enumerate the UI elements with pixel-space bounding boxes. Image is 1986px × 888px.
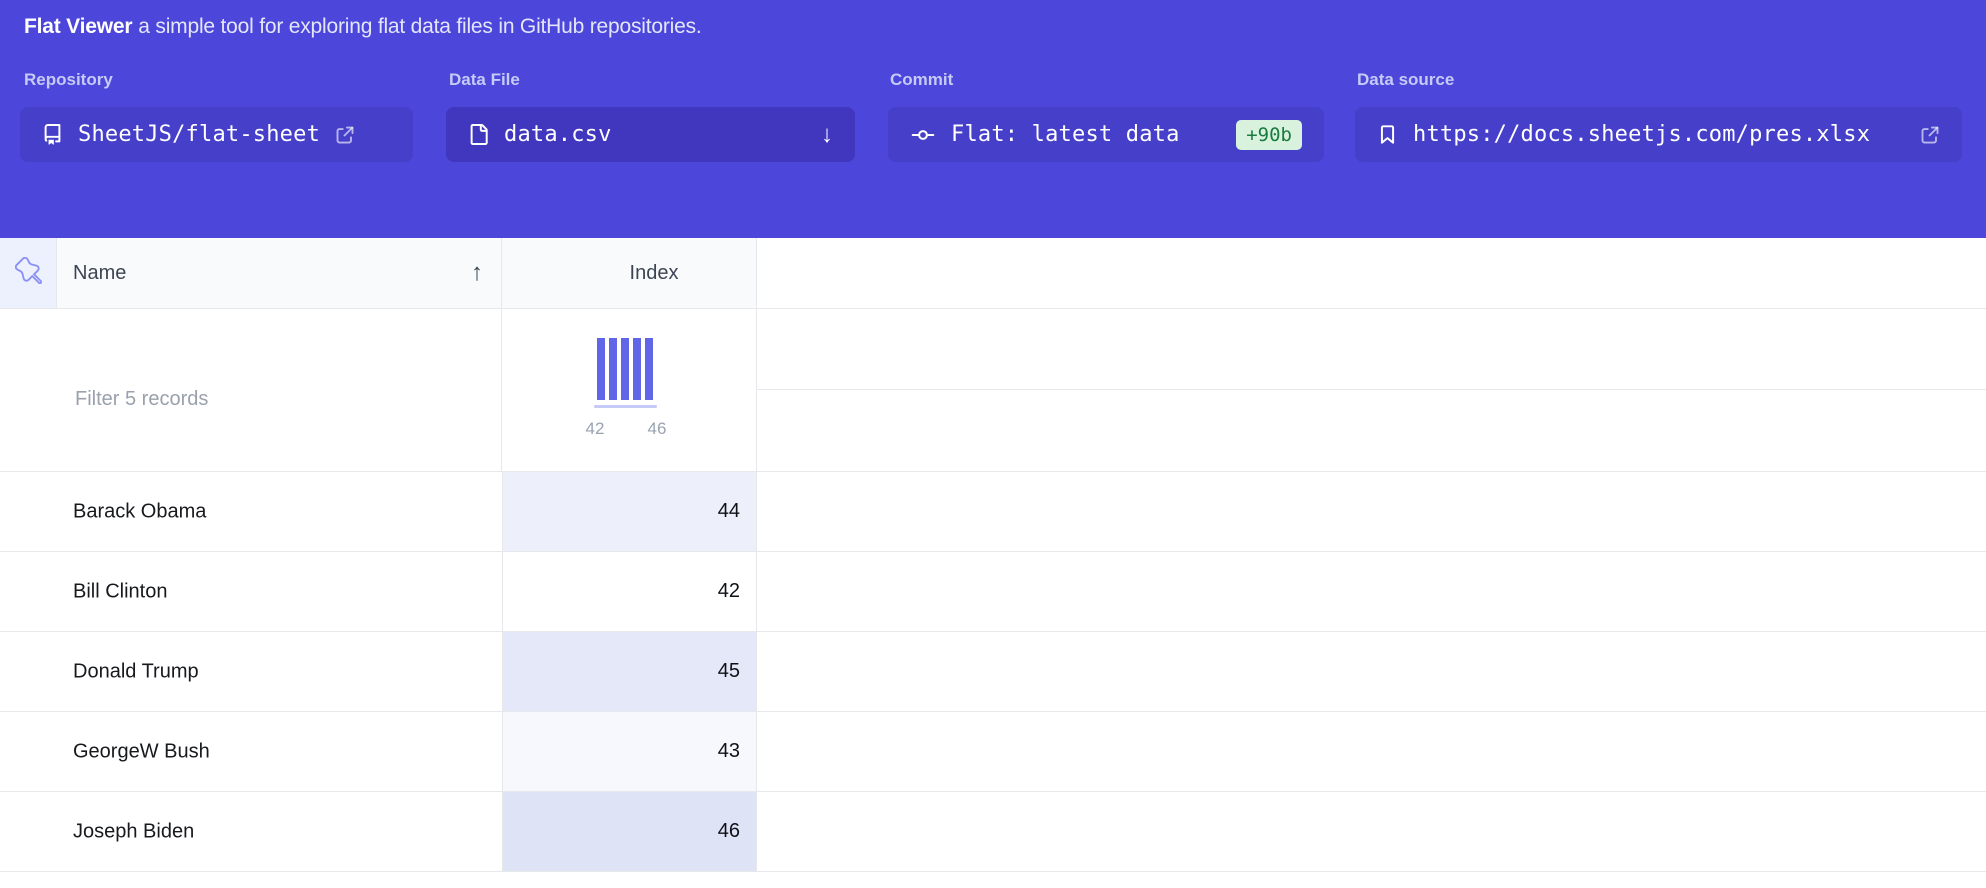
table-row: Bill Clinton 42 (0, 552, 1986, 632)
commit-label: Commit (890, 70, 953, 90)
app-tagline: a simple tool for exploring flat data fi… (138, 15, 701, 38)
column-title: Name (73, 262, 126, 285)
data-file-label: Data File (449, 70, 520, 90)
flat-viewer-app: Flat Viewer a simple tool for exploring f… (0, 0, 1986, 888)
filter-row: 42 46 (0, 309, 1986, 472)
name-filter-cell (0, 309, 502, 471)
commit-diff-badge: +90b (1236, 120, 1302, 150)
data-source-url: https://docs.sheetjs.com/pres.xlsx (1413, 122, 1870, 147)
table-row: Donald Trump 45 (0, 632, 1986, 712)
pin-icon (15, 257, 42, 289)
repository-label: Repository (24, 70, 113, 90)
histogram-brush-track[interactable] (594, 405, 657, 408)
table-row: Barack Obama 44 (0, 472, 1986, 552)
repo-book-icon (42, 124, 63, 145)
repository-value: SheetJS/flat-sheet (78, 122, 320, 147)
file-icon (468, 124, 489, 145)
sticky-column-toggle[interactable] (0, 238, 57, 308)
table-header-row: Name ↑ Index (0, 238, 1986, 309)
cell-index: 42 (502, 552, 757, 631)
data-source-button[interactable]: https://docs.sheetjs.com/pres.xlsx (1355, 107, 1962, 162)
cell-name: Joseph Biden (73, 820, 194, 843)
data-source-label: Data source (1357, 70, 1454, 90)
data-file-value: data.csv (504, 122, 612, 147)
cell-name: Bill Clinton (73, 580, 167, 603)
chevron-down-icon: ↓ (821, 123, 833, 147)
sort-ascending-icon: ↑ (471, 261, 483, 285)
commit-message: Flat: latest data (951, 122, 1180, 147)
histogram-max-label: 46 (642, 419, 672, 439)
cell-index: 43 (502, 712, 757, 791)
bookmark-icon (1377, 124, 1398, 145)
index-histogram[interactable] (597, 338, 653, 400)
cell-index: 46 (502, 792, 757, 871)
data-file-select[interactable]: data.csv ↓ (446, 107, 855, 162)
cell-index: 45 (502, 632, 757, 711)
cell-index: 44 (502, 472, 757, 551)
column-header-index[interactable]: Index (502, 238, 757, 308)
external-link-icon (1920, 125, 1940, 145)
index-histogram-cell[interactable]: 42 46 (502, 309, 757, 471)
app-header: Flat Viewer a simple tool for exploring f… (0, 0, 1986, 238)
commit-button[interactable]: Flat: latest data +90b (888, 107, 1324, 162)
page-title: Flat Viewer a simple tool for exploring f… (24, 15, 702, 39)
cell-name: Barack Obama (73, 500, 206, 523)
table-row: GeorgeW Bush 43 (0, 712, 1986, 792)
table-row: Joseph Biden 46 (0, 792, 1986, 872)
cell-name: Donald Trump (73, 660, 199, 683)
git-commit-icon (910, 122, 936, 148)
repository-button[interactable]: SheetJS/flat-sheet (20, 107, 413, 162)
histogram-min-label: 42 (580, 419, 610, 439)
cell-name: GeorgeW Bush (73, 740, 210, 763)
column-title: Index (630, 262, 679, 285)
external-link-icon (335, 125, 355, 145)
filter-input[interactable] (73, 387, 457, 412)
app-name: Flat Viewer (24, 15, 132, 38)
column-header-name[interactable]: Name ↑ (57, 238, 502, 308)
gridline (757, 389, 1986, 390)
